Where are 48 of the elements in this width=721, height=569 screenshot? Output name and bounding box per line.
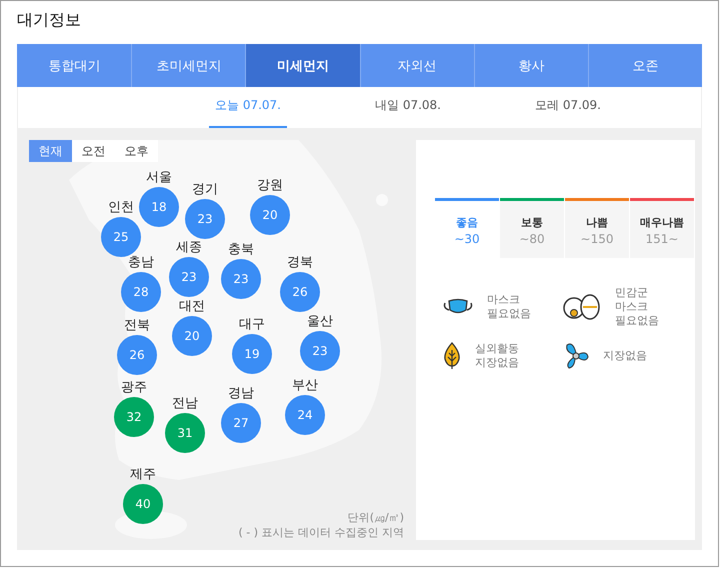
advice-text: 지장없음 <box>603 349 647 363</box>
region-name: 강원 <box>257 177 283 195</box>
day-tab[interactable]: 내일 07.08. <box>369 87 447 128</box>
region-name: 광주 <box>121 379 147 397</box>
region-name: 충남 <box>128 254 154 272</box>
grade-label: 보통 <box>521 215 543 230</box>
grade-range: ~30 <box>454 232 480 246</box>
page-title: 대기정보 <box>17 10 82 31</box>
fan-icon <box>563 342 589 370</box>
grade-range: ~80 <box>519 232 545 246</box>
region-name: 세종 <box>176 239 202 257</box>
region-name: 경남 <box>228 385 254 403</box>
grade-range: ~150 <box>580 232 614 246</box>
advice-text: 마스크 필요없음 <box>487 293 531 321</box>
region-name: 대구 <box>239 316 265 334</box>
grade-range: 151~ <box>646 232 678 246</box>
region-name: 경북 <box>287 254 313 272</box>
mask-icon <box>443 298 473 316</box>
people-icon <box>563 293 601 321</box>
region-name: 경기 <box>192 181 218 199</box>
grade-tab[interactable]: 매우나쁨 151~ <box>630 198 694 258</box>
region-name: 부산 <box>292 377 318 395</box>
region-name: 대전 <box>179 298 205 316</box>
region-name: 인천 <box>108 199 134 217</box>
unit-note: 단위(㎍/㎥) <box>348 510 404 525</box>
region-name: 제주 <box>130 466 156 484</box>
grade-tab[interactable]: 보통 ~80 <box>500 198 564 258</box>
grade-tab[interactable]: 나쁨 ~150 <box>565 198 629 258</box>
category-tab[interactable]: 자외선 <box>360 44 474 87</box>
grade-label: 나쁨 <box>586 215 608 230</box>
grade-label: 좋음 <box>456 215 478 230</box>
region-marker[interactable]: 40 <box>123 484 163 524</box>
leaf-icon <box>443 342 461 370</box>
region-name: 서울 <box>146 169 172 187</box>
category-tab[interactable]: 황사 <box>474 44 588 87</box>
region-name: 울산 <box>307 313 333 331</box>
region-name: 전북 <box>124 317 150 335</box>
time-tab[interactable]: 현재 <box>29 140 72 162</box>
grade-label: 매우나쁨 <box>640 215 684 230</box>
category-tab[interactable]: 통합대기 <box>17 44 132 87</box>
region-name: 전남 <box>172 395 198 413</box>
advice-text: 실외활동 지장없음 <box>475 342 519 370</box>
category-tab[interactable]: 오존 <box>588 44 702 87</box>
day-tab[interactable]: 모레 07.09. <box>529 87 607 128</box>
advice-text: 민감군 마스크 필요없음 <box>615 286 659 328</box>
region-name: 충북 <box>228 241 254 259</box>
category-tab[interactable]: 미세먼지 <box>245 44 360 87</box>
missing-data-note: ( - ) 표시는 데이터 수집중인 지역 <box>238 525 404 540</box>
